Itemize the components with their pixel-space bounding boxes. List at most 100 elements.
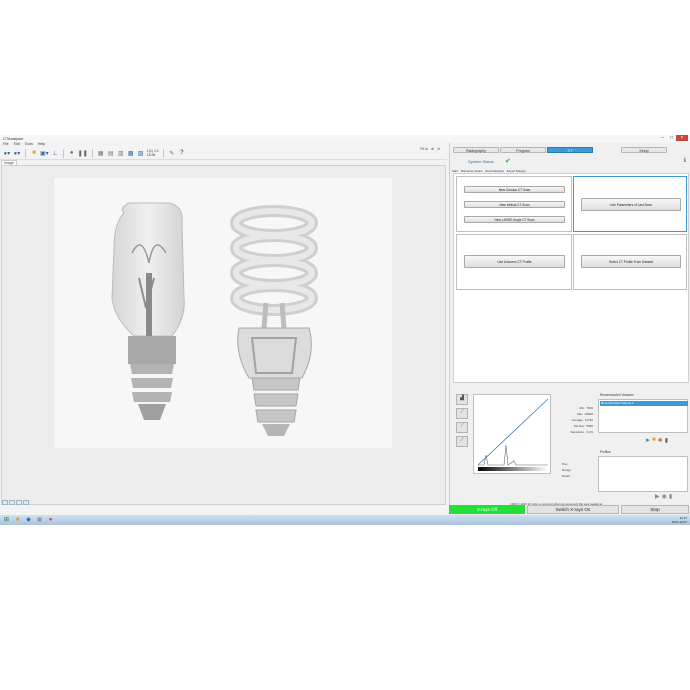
histogram-chart[interactable] xyxy=(473,394,551,474)
help-icon[interactable]: ? xyxy=(178,149,186,158)
ct-start-panel: New Circular CT Scan New Helical CT Scan… xyxy=(453,173,689,383)
system-tray-clock[interactable]: 11:27 2016-12-07 xyxy=(672,516,687,524)
save-icon[interactable]: ●▾ xyxy=(13,149,21,158)
main-toolbar: ●▾ ●▾ ■ ▣▾ ⊥ ● ❚❚ ▦ ▤ ▥ ▩ ▧ 1(1) 1:1 16 … xyxy=(0,147,447,160)
toolbar-separator xyxy=(91,148,93,158)
switch-xrays-on-button[interactable]: Switch X-rays On xyxy=(527,505,619,514)
tab-radiography[interactable]: Radiography xyxy=(453,147,499,153)
xray-status-indicator: X-rays Off xyxy=(449,505,525,514)
detail-label: Detail: xyxy=(562,474,571,478)
use-autozero-ct-profile-button[interactable]: Use Autozero CT Profile xyxy=(464,255,565,268)
zoom-label[interactable]: Fit to xyxy=(420,147,428,151)
trash-icon[interactable]: ▮ xyxy=(669,493,672,500)
layers-icon[interactable]: ▩ xyxy=(127,149,135,158)
new-scan-card: New Circular CT Scan New Helical CT Scan… xyxy=(456,176,572,232)
window-title: CTAnalyser xyxy=(3,136,24,141)
curve-icon-3[interactable]: ⟋ xyxy=(456,436,468,447)
lightbulbs-xray-icon xyxy=(111,202,318,436)
maximize-button[interactable]: □ xyxy=(667,135,676,141)
xray-image xyxy=(54,178,392,448)
profile-position-labels: Pos: Range: Detail: xyxy=(562,461,572,479)
explorer-icon[interactable]: ■ xyxy=(13,516,22,524)
tab-setup[interactable]: Setup xyxy=(621,147,667,153)
reconstructed-volumes-title: Reconstructed Volumes xyxy=(600,393,634,397)
close-button[interactable]: × xyxy=(676,135,688,141)
app-icon-3[interactable]: ● xyxy=(46,516,55,524)
tab-spacer xyxy=(594,147,620,153)
stop-button[interactable]: Stop xyxy=(621,505,689,514)
system-status-label: System Status xyxy=(468,159,494,164)
folder-icon[interactable]: ■ xyxy=(652,437,656,444)
zoom-out-icon[interactable]: ⊖ xyxy=(437,147,440,151)
histogram-tools: ▟ ⟋ ⟋ ⟋ xyxy=(456,394,468,447)
settings-icon[interactable]: ✱ xyxy=(658,437,663,444)
stat-label: Saturation xyxy=(570,430,585,434)
viewer-status-icons xyxy=(2,500,29,505)
curve-icon-1[interactable]: ⟋ xyxy=(456,408,468,419)
zoom-control: Fit to ⊕ ⊖ xyxy=(420,147,440,151)
zoom-in-icon[interactable]: ⊕ xyxy=(431,147,434,151)
windows-taskbar: ⊞ ■ ◆ ▣ ● 11:27 2016-12-07 xyxy=(0,515,690,525)
main-tabs: Radiography Program CT Setup xyxy=(453,147,667,153)
new-helical-ct-scan-button[interactable]: New Helical CT Scan xyxy=(464,201,565,208)
tab-ct[interactable]: CT xyxy=(547,147,593,153)
start-icon[interactable]: ⊞ xyxy=(2,516,11,524)
clock-date: 2016-12-07 xyxy=(671,520,687,524)
display-icon[interactable]: ▧ xyxy=(137,149,145,158)
status-icon-1[interactable] xyxy=(2,500,8,505)
last-scan-card: Use Parameters of Last Scan xyxy=(573,176,687,232)
profile-tools: ▶ ◉ ▮ xyxy=(655,493,672,500)
minimize-button[interactable]: – xyxy=(658,135,667,141)
toolbar-separator xyxy=(25,148,26,158)
right-panel: Radiography Program CT Setup System Stat… xyxy=(449,143,690,519)
app-icon-2[interactable]: ▣ xyxy=(35,516,44,524)
sphere-icon[interactable]: ● xyxy=(68,149,76,158)
open-icon[interactable]: ●▾ xyxy=(3,149,11,158)
pause-icon[interactable]: ❚❚ xyxy=(78,149,88,158)
info-icon[interactable]: ℹ xyxy=(684,157,686,164)
status-icon-3[interactable] xyxy=(16,500,22,505)
trash-icon[interactable]: ▮ xyxy=(665,437,668,444)
folder-icon[interactable]: ■ xyxy=(30,149,38,158)
mode-label-2: 16 bit xyxy=(146,153,156,157)
window-controls: – □ × xyxy=(658,135,688,141)
use-parameters-of-last-scan-button[interactable]: Use Parameters of Last Scan xyxy=(581,198,681,211)
mode-labels: 1(1) 1:1 16 bit xyxy=(147,149,159,157)
compare-icon[interactable]: ▥ xyxy=(117,149,125,158)
histogram-graph-icon xyxy=(477,398,549,471)
image-viewer[interactable] xyxy=(1,165,446,505)
new-circular-ct-scan-button[interactable]: New Circular CT Scan xyxy=(464,186,565,193)
toolbar-separator xyxy=(162,148,164,158)
arrow-icon[interactable]: ➤ xyxy=(645,437,650,444)
application-screen: CTAnalyser – □ × File Edit Tools Help ●▾… xyxy=(0,135,690,525)
reconstructed-volumes-list[interactable]: Reconstructed Volume 1 xyxy=(598,399,688,433)
reconstructed-volume-item[interactable]: Reconstructed Volume 1 xyxy=(600,401,688,406)
play-icon[interactable]: ▶ xyxy=(655,493,660,500)
tab-program[interactable]: Program xyxy=(500,147,546,153)
reconstruction-tools: ➤ ■ ✱ ▮ xyxy=(645,437,668,444)
record-icon[interactable]: ◉ xyxy=(662,493,667,500)
xray-control-bar: X-rays Off Switch X-rays On Stop xyxy=(449,505,690,514)
new-large-angle-ct-scan-button[interactable]: New LARGE Angle CT Scan xyxy=(464,216,565,223)
status-icon-4[interactable] xyxy=(23,500,29,505)
window-titlebar: CTAnalyser – □ × xyxy=(0,135,690,142)
toolbar-separator xyxy=(62,148,64,158)
histogram-mode-icon[interactable]: ▟ xyxy=(456,394,468,405)
profiles-list[interactable] xyxy=(598,456,688,492)
image-adjust-icon[interactable]: ▤ xyxy=(107,149,115,158)
grid-icon[interactable]: ▦ xyxy=(97,149,105,158)
profiles-title: Profiles xyxy=(600,450,611,454)
app-icon[interactable]: ◆ xyxy=(24,516,33,524)
status-icon-2[interactable] xyxy=(9,500,15,505)
stat-saturation: Saturation 0.1% xyxy=(553,429,593,435)
autozero-card: Use Autozero CT Profile xyxy=(456,234,572,290)
curve-icon-2[interactable]: ⟋ xyxy=(456,422,468,433)
check-icon: ✔ xyxy=(505,158,511,165)
stat-value: 0.1% xyxy=(586,430,593,434)
export-icon[interactable]: ▣▾ xyxy=(40,149,49,158)
tools-icon[interactable]: ✎ xyxy=(168,149,176,158)
select-ct-profile-from-dataset-button[interactable]: Select CT Profile From Dataset xyxy=(581,255,681,268)
dataset-profile-card: Select CT Profile From Dataset xyxy=(573,234,687,290)
histogram-icon[interactable]: ⊥ xyxy=(51,149,59,158)
image-statistics: Min 7600 Max 39600 Average 11760 Std Dev 505… xyxy=(553,405,593,435)
